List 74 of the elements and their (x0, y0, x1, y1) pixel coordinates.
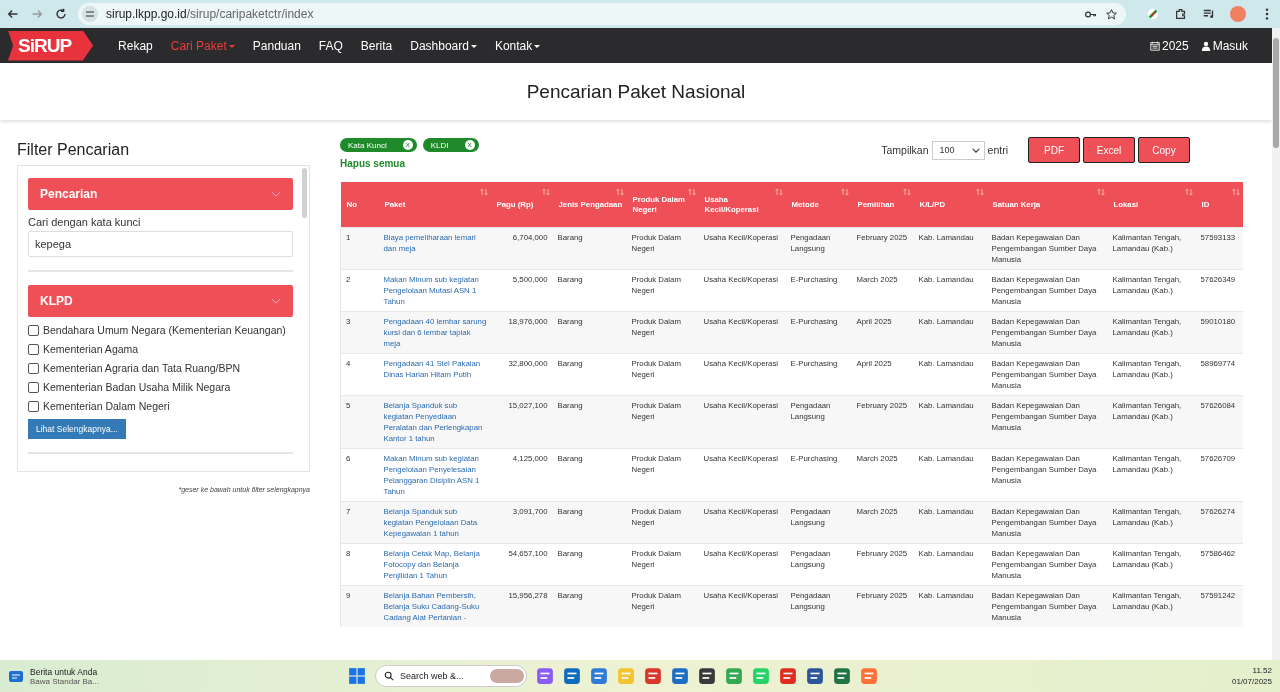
checkbox-label[interactable]: Kementerian Badan Usaha Milik Negara (43, 381, 231, 393)
nav-link[interactable]: Cari Paket (170, 38, 235, 53)
sort-icon (1096, 188, 1105, 196)
chip-label: Kata Kunci (348, 140, 387, 150)
sort-icon (615, 188, 624, 196)
search-field[interactable]: kepega (28, 231, 293, 257)
page-length-suffix: entri (987, 144, 1008, 156)
star-icon[interactable] (1105, 7, 1118, 21)
page-length-label: Tampilkan (881, 144, 929, 156)
field-label: Cari dengan kata kunci (28, 216, 142, 228)
export-button[interactable]: Excel (1083, 137, 1135, 163)
caret-icon (971, 147, 980, 153)
checkbox-label[interactable]: Kementerian Dalam Negeri (43, 400, 170, 412)
taskbar-search-field[interactable]: Search web &... (375, 665, 527, 687)
remove-chip-button[interactable]: x (464, 140, 475, 150)
remove-chip-button[interactable]: x (402, 140, 413, 150)
nav-link[interactable]: Panduan (252, 38, 301, 53)
chip-label: KLDI (430, 140, 449, 150)
sort-icon (479, 188, 488, 196)
site-logo[interactable]: SiRUP (8, 30, 94, 61)
clock-date[interactable]: 01/07/2025 (1231, 676, 1272, 688)
windows-icon[interactable] (348, 667, 366, 685)
nav-link[interactable]: Rekap (118, 38, 153, 53)
checkbox[interactable] (28, 324, 39, 336)
checkbox-label[interactable]: Bendahara Umum Negara (Kementerian Keuangan) (43, 324, 286, 336)
search-icon (384, 671, 394, 681)
checkbox-label[interactable]: Kementerian Agraria dan Tata Ruang/BPN (43, 362, 241, 374)
sort-icon (975, 188, 984, 196)
news-title[interactable]: Berita untuk Anda (30, 666, 99, 677)
back-icon[interactable] (6, 7, 20, 21)
news-icon[interactable] (8, 668, 24, 684)
address-bar[interactable]: sirup.lkpp.go.id/sirup/caripaketctr/index (78, 3, 1126, 25)
export-button[interactable]: Copy (1138, 137, 1190, 163)
playlist-icon[interactable] (1202, 7, 1216, 21)
nav-link[interactable]: FAQ (318, 38, 343, 53)
nav-link[interactable]: Kontak (494, 38, 541, 53)
section-header[interactable]: KLPD (28, 285, 293, 317)
chevron-down-icon (271, 190, 281, 198)
page-length-select[interactable]: 100 (931, 140, 985, 160)
show-more-button[interactable]: Lihat Selengkapnya... (28, 419, 126, 439)
site-info-icon[interactable] (82, 6, 98, 22)
sort-icon (1231, 188, 1240, 196)
scrollbar-thumb[interactable] (302, 168, 307, 218)
filter-title: Filter Pencarian (17, 141, 131, 159)
extension-icon[interactable] (1146, 7, 1160, 21)
sort-icon (774, 188, 783, 196)
sort-icon (902, 188, 911, 196)
calendar-icon (1149, 40, 1160, 51)
chevron-down-icon (271, 297, 281, 305)
checkbox-label[interactable]: Kementerian Agama (43, 343, 139, 355)
filter-chip[interactable]: KLDI x (422, 138, 479, 152)
filter-chip[interactable]: Kata Kunci x (340, 138, 417, 152)
sort-icon (840, 188, 849, 196)
page-scrollbar[interactable] (1272, 28, 1280, 660)
clock-time[interactable]: 11.52 (1231, 664, 1272, 676)
sort-icon (541, 188, 550, 196)
user-icon (1200, 40, 1211, 51)
reload-icon[interactable] (54, 7, 68, 21)
sort-icon (687, 188, 696, 196)
nav-link[interactable]: Dashboard (410, 38, 477, 53)
year-selector[interactable]: 2025 (1161, 38, 1189, 53)
section-header[interactable]: Pencarian (28, 178, 293, 210)
puzzle-icon[interactable] (1174, 7, 1188, 21)
export-button[interactable]: PDF (1028, 137, 1080, 163)
clear-all-link[interactable]: Hapus semua (340, 158, 479, 169)
login-link[interactable]: Masuk (1212, 38, 1248, 53)
nav-link[interactable]: Berita (360, 38, 393, 53)
checkbox[interactable] (28, 343, 39, 355)
news-text[interactable]: Bawa Standar Ba... (30, 676, 99, 686)
checkbox[interactable] (28, 400, 39, 412)
checkbox[interactable] (28, 381, 39, 393)
sort-icon (1184, 188, 1193, 196)
page-title: Pencarian Paket Nasional (526, 80, 746, 103)
checkbox[interactable] (28, 362, 39, 374)
